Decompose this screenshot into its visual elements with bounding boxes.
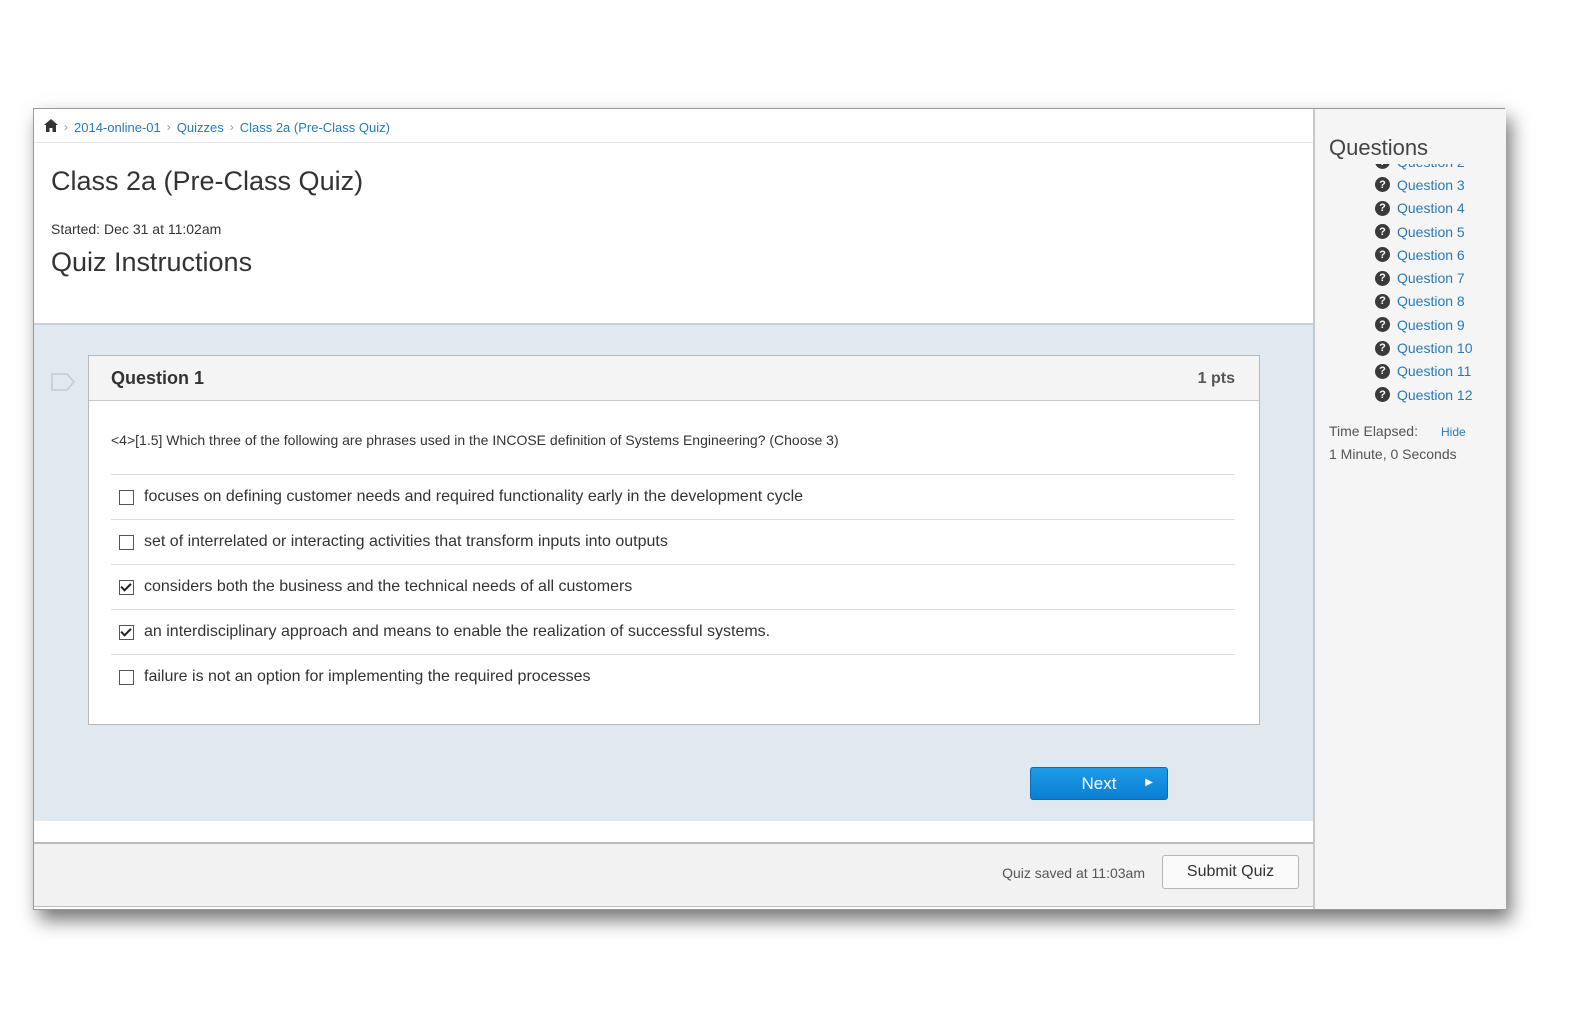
breadcrumb-quiz-link[interactable]: Class 2a (Pre-Class Quiz) [240,120,390,135]
question-list-scroll: ? Question 2? Question 3? Question 4? Questi… [1375,164,1473,404]
question-points: 1 pts [1197,370,1235,387]
sidebar-question-label[interactable]: Question 3 [1397,177,1465,193]
sidebar: Questions ? Question 2? Question 3? Questio… [1313,109,1506,909]
page-title: Class 2a (Pre-Class Quiz) [51,166,364,196]
sidebar-question-label[interactable]: Question 12 [1397,387,1473,403]
sidebar-question-label[interactable]: Question 9 [1397,317,1465,333]
time-elapsed-value: 1 Minute, 0 Seconds [1329,446,1457,462]
answer-option[interactable]: focuses on defining customer needs and r… [111,474,1235,519]
time-elapsed-label: Time Elapsed: [1329,423,1418,439]
question-circle-icon: ? [1375,164,1390,170]
question-circle-icon: ? [1375,387,1390,403]
sidebar-question-label[interactable]: Question 7 [1397,270,1465,286]
answer-option[interactable]: set of interrelated or interacting activ… [111,519,1235,564]
question-circle-icon: ? [1375,270,1390,286]
chevron-right-icon: › [64,120,68,134]
question-circle-icon: ? [1375,340,1390,356]
question-circle-icon: ? [1375,224,1390,240]
quiz-footer: Quiz saved at 11:03am Submit Quiz [34,842,1313,907]
submit-quiz-button[interactable]: Submit Quiz [1162,855,1299,889]
sidebar-question-label[interactable]: Question 8 [1397,293,1465,309]
answer-option[interactable]: an interdisciplinary approach and means … [111,609,1235,654]
chevron-right-icon: › [229,120,234,134]
question-circle-icon: ? [1375,363,1390,379]
main-content: › 2014-online-01 › Quizzes › Class 2a (P… [34,109,1313,909]
question-card: Question 1 1 pts <4>[1.5] Which three of… [88,355,1260,725]
question-header: Question 1 1 pts [89,356,1259,401]
question-area: Question 1 1 pts <4>[1.5] Which three of… [34,323,1313,821]
sidebar-question-label[interactable]: Question 2 [1397,164,1465,170]
sidebar-question-link[interactable]: ? Question 12 [1375,383,1473,404]
answer-checkbox[interactable] [119,579,134,595]
quiz-window: › 2014-online-01 › Quizzes › Class 2a (P… [33,108,1506,910]
question-circle-icon: ? [1375,317,1390,333]
sidebar-title: Questions [1329,135,1429,160]
sidebar-question-link[interactable]: ? Question 10 [1375,336,1473,359]
breadcrumb-course-link[interactable]: 2014-online-01 [74,120,161,135]
caret-right-icon: ▶ [1145,777,1153,788]
answer-label[interactable]: set of interrelated or interacting activ… [144,533,668,551]
question-name: Question 1 [111,368,205,388]
sidebar-question-label[interactable]: Question 10 [1397,340,1473,356]
sidebar-question-link[interactable]: ? Question 7 [1375,266,1473,289]
home-icon[interactable] [44,119,58,135]
instructions-heading: Quiz Instructions [51,247,253,277]
answer-checkbox[interactable] [119,489,134,505]
hide-timer-link[interactable]: Hide [1441,425,1466,439]
answer-label[interactable]: considers both the business and the tech… [144,578,632,596]
started-value: Dec 31 at 11:02am [104,221,222,237]
sidebar-question-link[interactable]: ? Question 8 [1375,290,1473,313]
flag-icon[interactable] [51,373,75,391]
next-button[interactable]: Next ▶ [1030,767,1168,800]
answer-label[interactable]: focuses on defining customer needs and r… [144,488,803,506]
question-list[interactable]: ? Question 2? Question 3? Question 4? Questi… [1375,164,1503,404]
sidebar-question-label[interactable]: Question 11 [1397,363,1471,379]
question-circle-icon: ? [1375,200,1390,216]
sidebar-question-link[interactable]: ? Question 2 [1375,164,1473,173]
next-button-label: Next [1081,773,1117,793]
answer-option[interactable]: considers both the business and the tech… [111,564,1235,609]
sidebar-question-label[interactable]: Question 4 [1397,200,1465,216]
question-circle-icon: ? [1375,247,1390,263]
sidebar-question-link[interactable]: ? Question 3 [1375,173,1473,196]
chevron-right-icon: › [166,120,171,134]
header-divider [34,142,1313,143]
question-circle-icon: ? [1375,293,1390,309]
sidebar-question-link[interactable]: ? Question 9 [1375,313,1473,336]
started-info: Started: Dec 31 at 11:02am [51,221,221,237]
started-label: Started: [51,221,101,237]
answer-option[interactable]: failure is not an option for implementin… [111,654,1235,699]
answer-checkbox[interactable] [119,624,134,640]
saved-status: Quiz saved at 11:03am [1002,865,1145,881]
answer-checkbox[interactable] [119,534,134,550]
answer-label[interactable]: failure is not an option for implementin… [144,668,590,686]
sidebar-question-link[interactable]: ? Question 4 [1375,197,1473,220]
answer-list: focuses on defining customer needs and r… [111,474,1235,699]
sidebar-question-link[interactable]: ? Question 5 [1375,220,1473,243]
sidebar-question-label[interactable]: Question 6 [1397,247,1465,263]
sidebar-question-label[interactable]: Question 5 [1397,224,1465,240]
question-text: <4>[1.5] Which three of the following ar… [111,432,839,448]
sidebar-question-link[interactable]: ? Question 11 [1375,360,1473,383]
question-circle-icon: ? [1375,177,1390,193]
breadcrumb: › 2014-online-01 › Quizzes › Class 2a (P… [44,117,390,137]
answer-checkbox[interactable] [119,669,134,685]
answer-label[interactable]: an interdisciplinary approach and means … [144,623,770,641]
breadcrumb-quizzes-link[interactable]: Quizzes [177,120,224,135]
sidebar-question-link[interactable]: ? Question 6 [1375,243,1473,266]
